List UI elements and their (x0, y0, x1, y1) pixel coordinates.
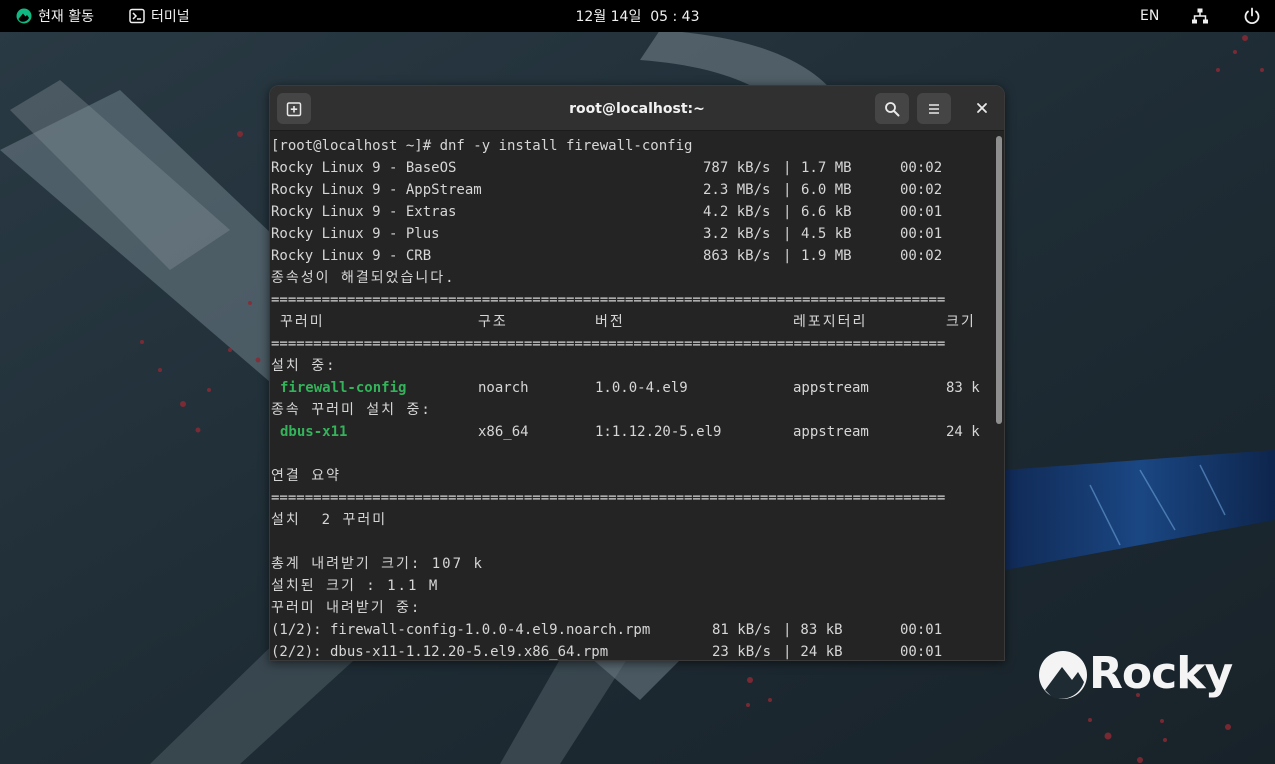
package-repo: appstream (793, 380, 869, 396)
network-wired-icon (1192, 8, 1208, 24)
system-menu-button[interactable] (1243, 0, 1261, 32)
close-button[interactable] (970, 96, 994, 120)
package-version: 1.0.0-4.el9 (595, 380, 688, 396)
app-menu-button[interactable]: 터미널 (129, 0, 190, 32)
package-version: 1:1.12.20-5.el9 (595, 424, 722, 440)
rocky-logo-icon (1039, 651, 1087, 699)
clock: 12월 14일 05 : 43 (0, 0, 1275, 32)
repo-speed: 863 kB/s (703, 248, 771, 264)
package-row: firewall-config noarch 1.0.0-4.el9 appst… (271, 377, 992, 399)
download-speed: 81 kB/s (712, 622, 772, 638)
package-size: 83 k (946, 380, 980, 396)
clock-button[interactable]: 12월 14일 05 : 43 (576, 6, 700, 26)
repo-line: Rocky Linux 9 - BaseOS 787 kB/s | 1.7 MB… (271, 157, 992, 179)
header-package: 꾸러미 (280, 314, 325, 330)
repo-size: 1.9 MB (801, 248, 852, 264)
separator-line: ========================================… (271, 292, 946, 308)
hamburger-menu-icon (929, 103, 939, 114)
separator-line: ========================================… (271, 490, 946, 506)
repo-speed: 2.3 MB/s (703, 182, 771, 198)
repo-name: Rocky Linux 9 - CRB (271, 248, 432, 264)
header-arch: 구조 (478, 314, 508, 330)
package-size: 24 k (946, 424, 980, 440)
separator-line: ========================================… (271, 336, 946, 352)
repo-speed: 4.2 kB/s (703, 204, 771, 220)
package-name: firewall-config (280, 380, 407, 396)
rocky-logo-icon (16, 8, 32, 24)
new-tab-button[interactable] (277, 93, 311, 124)
download-size: 83 kB (792, 622, 843, 638)
terminal-output[interactable]: [root@localhost ~]# dnf -y install firew… (270, 132, 992, 660)
repo-time: 00:02 (900, 248, 943, 264)
repo-time: 00:01 (900, 226, 943, 242)
search-icon (885, 101, 900, 116)
total-download-line: 총계 내려받기 크기: 107 k (271, 556, 484, 572)
repo-line: Rocky Linux 9 - AppStream 2.3 MB/s | 6.0… (271, 179, 992, 201)
package-name: dbus-x11 (280, 424, 348, 440)
repo-size: 6.0 MB (801, 182, 852, 198)
power-icon (1244, 7, 1260, 25)
rocky-wordmark: Rocky (1089, 648, 1233, 699)
repo-speed: 787 kB/s (703, 160, 771, 176)
download-size: 24 kB (792, 644, 843, 660)
input-language-button[interactable]: EN (1140, 0, 1159, 32)
header-version: 버전 (595, 314, 625, 330)
top-bar: 현재 활동 터미널 12월 14일 05 : 43 EN (0, 0, 1275, 32)
install-count-line: 설치 2 꾸러미 (271, 512, 388, 528)
repo-name: Rocky Linux 9 - BaseOS (271, 160, 457, 176)
header-size: 크기 (946, 314, 976, 330)
repo-size: 4.5 kB (801, 226, 852, 242)
terminal-icon (129, 8, 145, 24)
repo-line: Rocky Linux 9 - CRB 863 kB/s | 1.9 MB 00… (271, 245, 992, 267)
installing-label: 설치 중: (271, 358, 337, 374)
download-line: (2/2): dbus-x11-1.12.20-5.el9.x86_64.rpm… (271, 641, 992, 660)
activities-button[interactable]: 현재 활동 (16, 0, 94, 32)
repo-line: Rocky Linux 9 - Plus 3.2 kB/s | 4.5 kB 0… (271, 223, 992, 245)
repo-speed: 3.2 kB/s (703, 226, 771, 242)
scrollbar-thumb[interactable] (996, 136, 1002, 424)
window-headerbar[interactable]: root@localhost:~ (270, 86, 1004, 131)
network-status-button[interactable] (1191, 0, 1209, 32)
deps-resolved-line: 종속성이 해결되었습니다. (271, 270, 456, 286)
repo-line: Rocky Linux 9 - Extras 4.2 kB/s | 6.6 kB… (271, 201, 992, 223)
repo-name: Rocky Linux 9 - AppStream (271, 182, 482, 198)
terminal-scrollbar[interactable] (992, 132, 1004, 660)
input-language-label: EN (1140, 8, 1160, 24)
repo-time: 00:01 (900, 204, 943, 220)
header-repo: 레포지터리 (793, 314, 868, 330)
summary-label: 연결 요약 (271, 468, 341, 484)
download-time: 00:01 (900, 622, 943, 638)
search-button[interactable] (875, 93, 909, 124)
installed-size-line: 설치된 크기 : 1.1 M (271, 578, 440, 594)
activities-label: 현재 활동 (38, 9, 94, 25)
app-menu-label: 터미널 (151, 9, 190, 25)
package-row: dbus-x11 x86_64 1:1.12.20-5.el9 appstrea… (271, 421, 992, 443)
repo-time: 00:02 (900, 160, 943, 176)
repo-size: 1.7 MB (801, 160, 852, 176)
repo-size: 6.6 kB (801, 204, 852, 220)
download-time: 00:01 (900, 644, 943, 660)
main-menu-button[interactable] (917, 93, 951, 124)
repo-name: Rocky Linux 9 - Extras (271, 204, 457, 220)
download-name: (1/2): firewall-config-1.0.0-4.el9.noarc… (271, 622, 651, 638)
package-repo: appstream (793, 424, 869, 440)
dep-install-label: 종속 꾸러미 설치 중: (271, 402, 432, 418)
repo-time: 00:02 (900, 182, 943, 198)
table-header-row: 꾸러미 구조 버전 레포지터리 크기 (271, 311, 992, 333)
package-arch: x86_64 (478, 424, 529, 440)
terminal-window: root@localhost:~ [root@localhost ~]# dnf… (269, 85, 1005, 661)
package-arch: noarch (478, 380, 529, 396)
download-line: (1/2): firewall-config-1.0.0-4.el9.noarc… (271, 619, 992, 641)
download-name: (2/2): dbus-x11-1.12.20-5.el9.x86_64.rpm (271, 644, 609, 660)
terminal-prompt-line: [root@localhost ~]# dnf -y install firew… (271, 138, 693, 154)
close-icon (977, 103, 987, 113)
new-tab-icon (286, 101, 302, 116)
repo-name: Rocky Linux 9 - Plus (271, 226, 440, 242)
downloading-label: 꾸러미 내려받기 중: (271, 600, 422, 616)
download-speed: 23 kB/s (712, 644, 772, 660)
